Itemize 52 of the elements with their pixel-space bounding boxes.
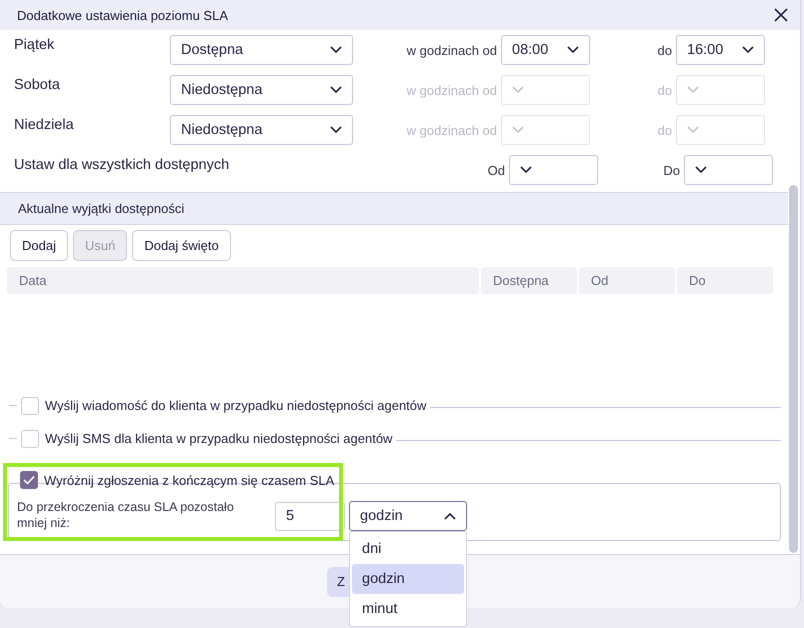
chevron-down-icon bbox=[695, 166, 707, 174]
dropdown-option[interactable]: minut bbox=[352, 594, 464, 624]
time-select[interactable]: 16:00 bbox=[676, 35, 765, 65]
to-label: do bbox=[656, 122, 673, 138]
checkbox[interactable] bbox=[20, 471, 38, 489]
unit-select[interactable]: godzin bbox=[349, 501, 467, 531]
chevron-down-icon bbox=[687, 126, 699, 134]
chevron-down-icon bbox=[742, 46, 754, 54]
column-header[interactable]: Od bbox=[579, 267, 675, 294]
toolbar-button[interactable]: Dodaj święto bbox=[132, 230, 231, 261]
chevron-down-icon bbox=[567, 46, 579, 54]
column-header[interactable]: Data bbox=[7, 267, 479, 294]
checkbox-label: Wyślij SMS dla klienta w przypadku niedostępności agentów bbox=[45, 431, 392, 446]
chevron-down-icon bbox=[512, 86, 524, 94]
from-label: Od bbox=[488, 162, 506, 178]
checkbox[interactable] bbox=[21, 430, 39, 448]
from-label: w godzinach od bbox=[406, 42, 498, 58]
time-select[interactable]: 08:00 bbox=[501, 35, 590, 65]
to-label: do bbox=[656, 42, 673, 58]
day-label: Piątek bbox=[13, 36, 56, 53]
column-header[interactable]: Do bbox=[677, 267, 773, 294]
dialog-title: Dodatkowe ustawienia poziomu SLA bbox=[17, 8, 228, 22]
chevron-down-icon bbox=[512, 126, 524, 134]
set-all-label: Ustaw dla wszystkich dostępnych bbox=[13, 156, 230, 173]
number-input[interactable]: 5 bbox=[275, 502, 345, 530]
from-label: w godzinach od bbox=[406, 122, 498, 138]
day-label: Sobota bbox=[13, 76, 61, 93]
checkbox-label: Wyślij wiadomość do klienta w przypadku niedostępności agentów bbox=[45, 398, 426, 413]
section-title: Aktualne wyjątki dostępności bbox=[18, 201, 184, 216]
checkbox[interactable] bbox=[21, 396, 39, 414]
time-select[interactable] bbox=[509, 155, 598, 185]
scrollbar-thumb[interactable] bbox=[789, 185, 798, 553]
day-label: Niedziela bbox=[13, 116, 75, 133]
chevron-down-icon bbox=[330, 86, 342, 94]
dropdown-option[interactable]: dni bbox=[352, 534, 464, 564]
chevron-down-icon bbox=[330, 46, 342, 54]
time-select[interactable] bbox=[684, 155, 773, 185]
toolbar-button[interactable]: Dodaj bbox=[10, 230, 68, 261]
to-label: Do bbox=[662, 162, 681, 178]
checkbox-label: Wyróżnij zgłoszenia z kończącym się czasem SLA bbox=[44, 472, 334, 488]
threshold-label: Do przekroczenia czasu SLA pozostało mniej niż: bbox=[17, 500, 235, 532]
from-label: w godzinach od bbox=[406, 82, 498, 98]
dropdown-option[interactable]: godzin bbox=[352, 564, 464, 594]
availability-select[interactable]: Dostępna bbox=[170, 35, 353, 65]
chevron-down-icon bbox=[330, 126, 342, 134]
to-label: do bbox=[656, 82, 673, 98]
chevron-down-icon bbox=[520, 166, 532, 174]
chevron-up-icon bbox=[444, 512, 456, 520]
checkmark-icon bbox=[23, 475, 35, 485]
column-header[interactable]: Dostępna bbox=[481, 267, 577, 294]
chevron-down-icon bbox=[687, 86, 699, 94]
close-icon[interactable] bbox=[774, 8, 788, 22]
